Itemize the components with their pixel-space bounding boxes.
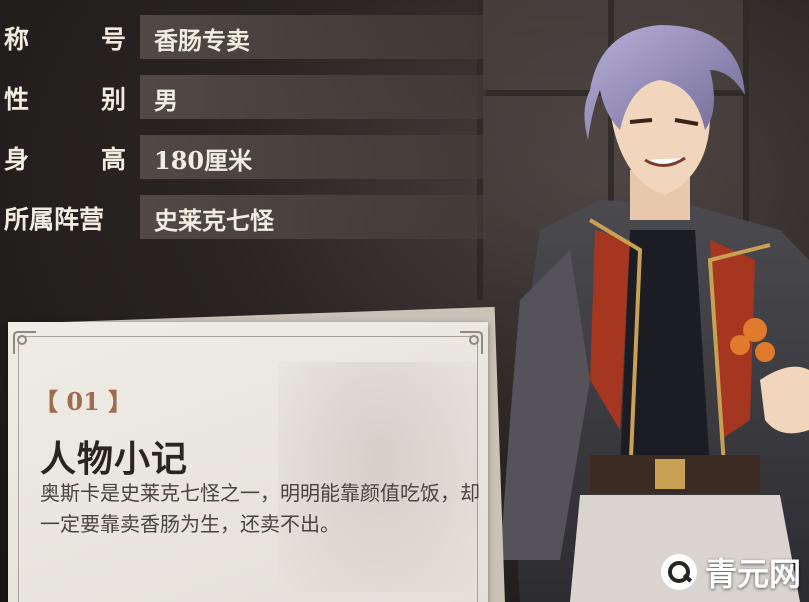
card-ghost-illustration [278,362,478,592]
info-value-box: 男 [140,75,486,119]
character-portrait [500,25,809,602]
info-row-faction: 所属阵营 史莱克七怪 [0,192,490,242]
info-row-gender: 性 别 男 [0,72,490,122]
info-value-faction: 史莱克七怪 [154,206,274,235]
info-value-box: 180厘米 [140,135,486,179]
info-label-faction: 所属阵营 [4,205,105,234]
info-value-box: 香肠专卖 [140,15,486,59]
search-q-icon [660,554,697,590]
info-row-title: 称 号 香肠专卖 [0,12,490,62]
character-note-card: 【 01 】 人物小记 奥斯卡是史莱克七怪之一，明明能靠颜值吃饭，却一定要靠卖香… [8,322,488,602]
info-value-gender: 男 [154,86,178,115]
note-number: 【 01 】 [34,387,133,416]
ornament-corner-icon [460,331,483,354]
info-label-gender: 性 别 [4,85,126,114]
note-title: 人物小记 [40,438,189,480]
info-label-height: 身 高 [4,145,126,174]
info-label-title: 称 号 [4,25,126,54]
watermark-text: 青元网 [704,555,801,593]
ornament-corner-icon [13,331,36,354]
info-value-title: 香肠专卖 [154,26,250,55]
note-body: 奥斯卡是史莱克七怪之一，明明能靠颜值吃饭，却一定要靠卖香肠为生，还卖不出。 [40,481,480,536]
character-profile-screen: 称 号 香肠专卖 性 别 男 身 高 180厘米 所属阵营 史莱克七怪 【 01… [0,0,809,602]
info-value-box: 史莱克七怪 [140,195,486,239]
info-row-height: 身 高 180厘米 [0,132,490,182]
info-value-height: 180厘米 [154,146,253,175]
watermark: 青元网 [660,552,801,593]
